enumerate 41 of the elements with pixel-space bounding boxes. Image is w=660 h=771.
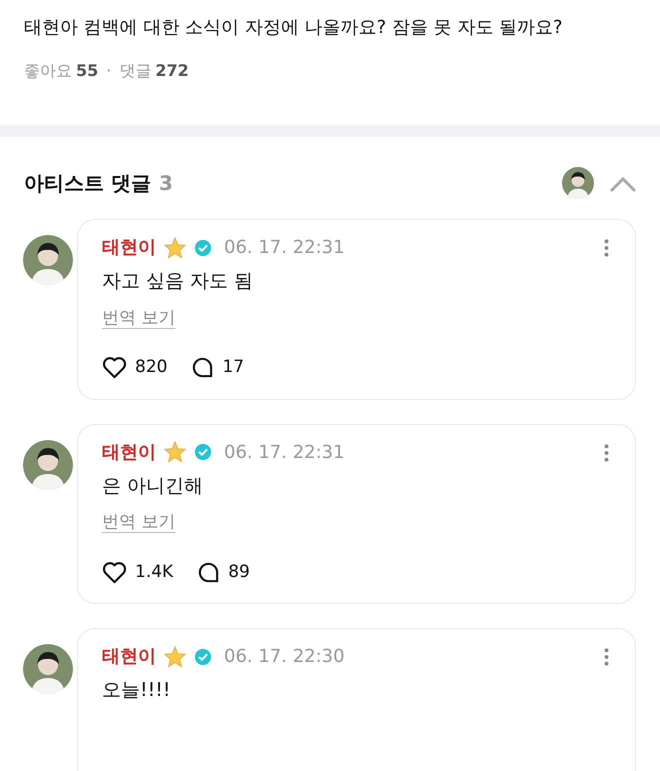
comment-time: 06. 17. 22:30: [224, 645, 345, 669]
section-title: 아티스트 댓글: [24, 170, 151, 197]
verified-badge-icon: [194, 443, 212, 461]
verified-badge-icon: [194, 238, 212, 256]
post-text: 태현아 컴백에 대한 소식이 자정에 나올까요? 잠을 못 자도 될까요?: [23, 16, 564, 40]
avatar-icon[interactable]: [23, 440, 73, 490]
avatar-icon[interactable]: [23, 235, 73, 285]
reply-count: 17: [222, 356, 244, 379]
translate-link[interactable]: 번역 보기: [102, 306, 176, 331]
comment-count: 272: [155, 60, 189, 82]
star-icon: [164, 441, 186, 463]
avatar-icon[interactable]: [23, 644, 73, 694]
chevron-up-icon: [610, 176, 636, 192]
like-label: 좋아요: [24, 60, 72, 82]
reply-count: 89: [228, 560, 250, 584]
like-count: 820: [135, 356, 168, 379]
separator: ·: [106, 60, 112, 82]
heart-icon[interactable]: [102, 560, 127, 584]
comment-time: 06. 17. 22:31: [224, 440, 345, 464]
comment-text: 오늘!!!!: [102, 678, 172, 703]
comment-text: 은 아니긴해: [102, 474, 204, 498]
more-icon: [604, 442, 609, 463]
author-name[interactable]: 태현이: [102, 643, 156, 670]
more-icon: [604, 238, 609, 258]
comment-time: 06. 17. 22:31: [224, 236, 345, 260]
like-count: 55: [76, 60, 98, 82]
comment-label: 댓글: [119, 60, 152, 82]
author-name[interactable]: 태현이: [102, 234, 156, 261]
translate-link[interactable]: 번역 보기: [102, 510, 176, 536]
author-name[interactable]: 태현이: [102, 438, 156, 466]
star-icon: [164, 646, 186, 668]
star-icon: [164, 236, 186, 258]
verified-badge-icon: [194, 648, 212, 666]
speech-bubble-icon[interactable]: [191, 356, 214, 380]
speech-bubble-icon[interactable]: [197, 560, 220, 584]
more-icon: [604, 647, 609, 668]
like-count: 1.4K: [135, 560, 174, 584]
comment-text: 자고 싶음 자도 됨: [102, 269, 254, 294]
heart-icon[interactable]: [102, 356, 127, 380]
avatar-icon: [562, 167, 594, 199]
comment-count: 3: [158, 170, 173, 197]
